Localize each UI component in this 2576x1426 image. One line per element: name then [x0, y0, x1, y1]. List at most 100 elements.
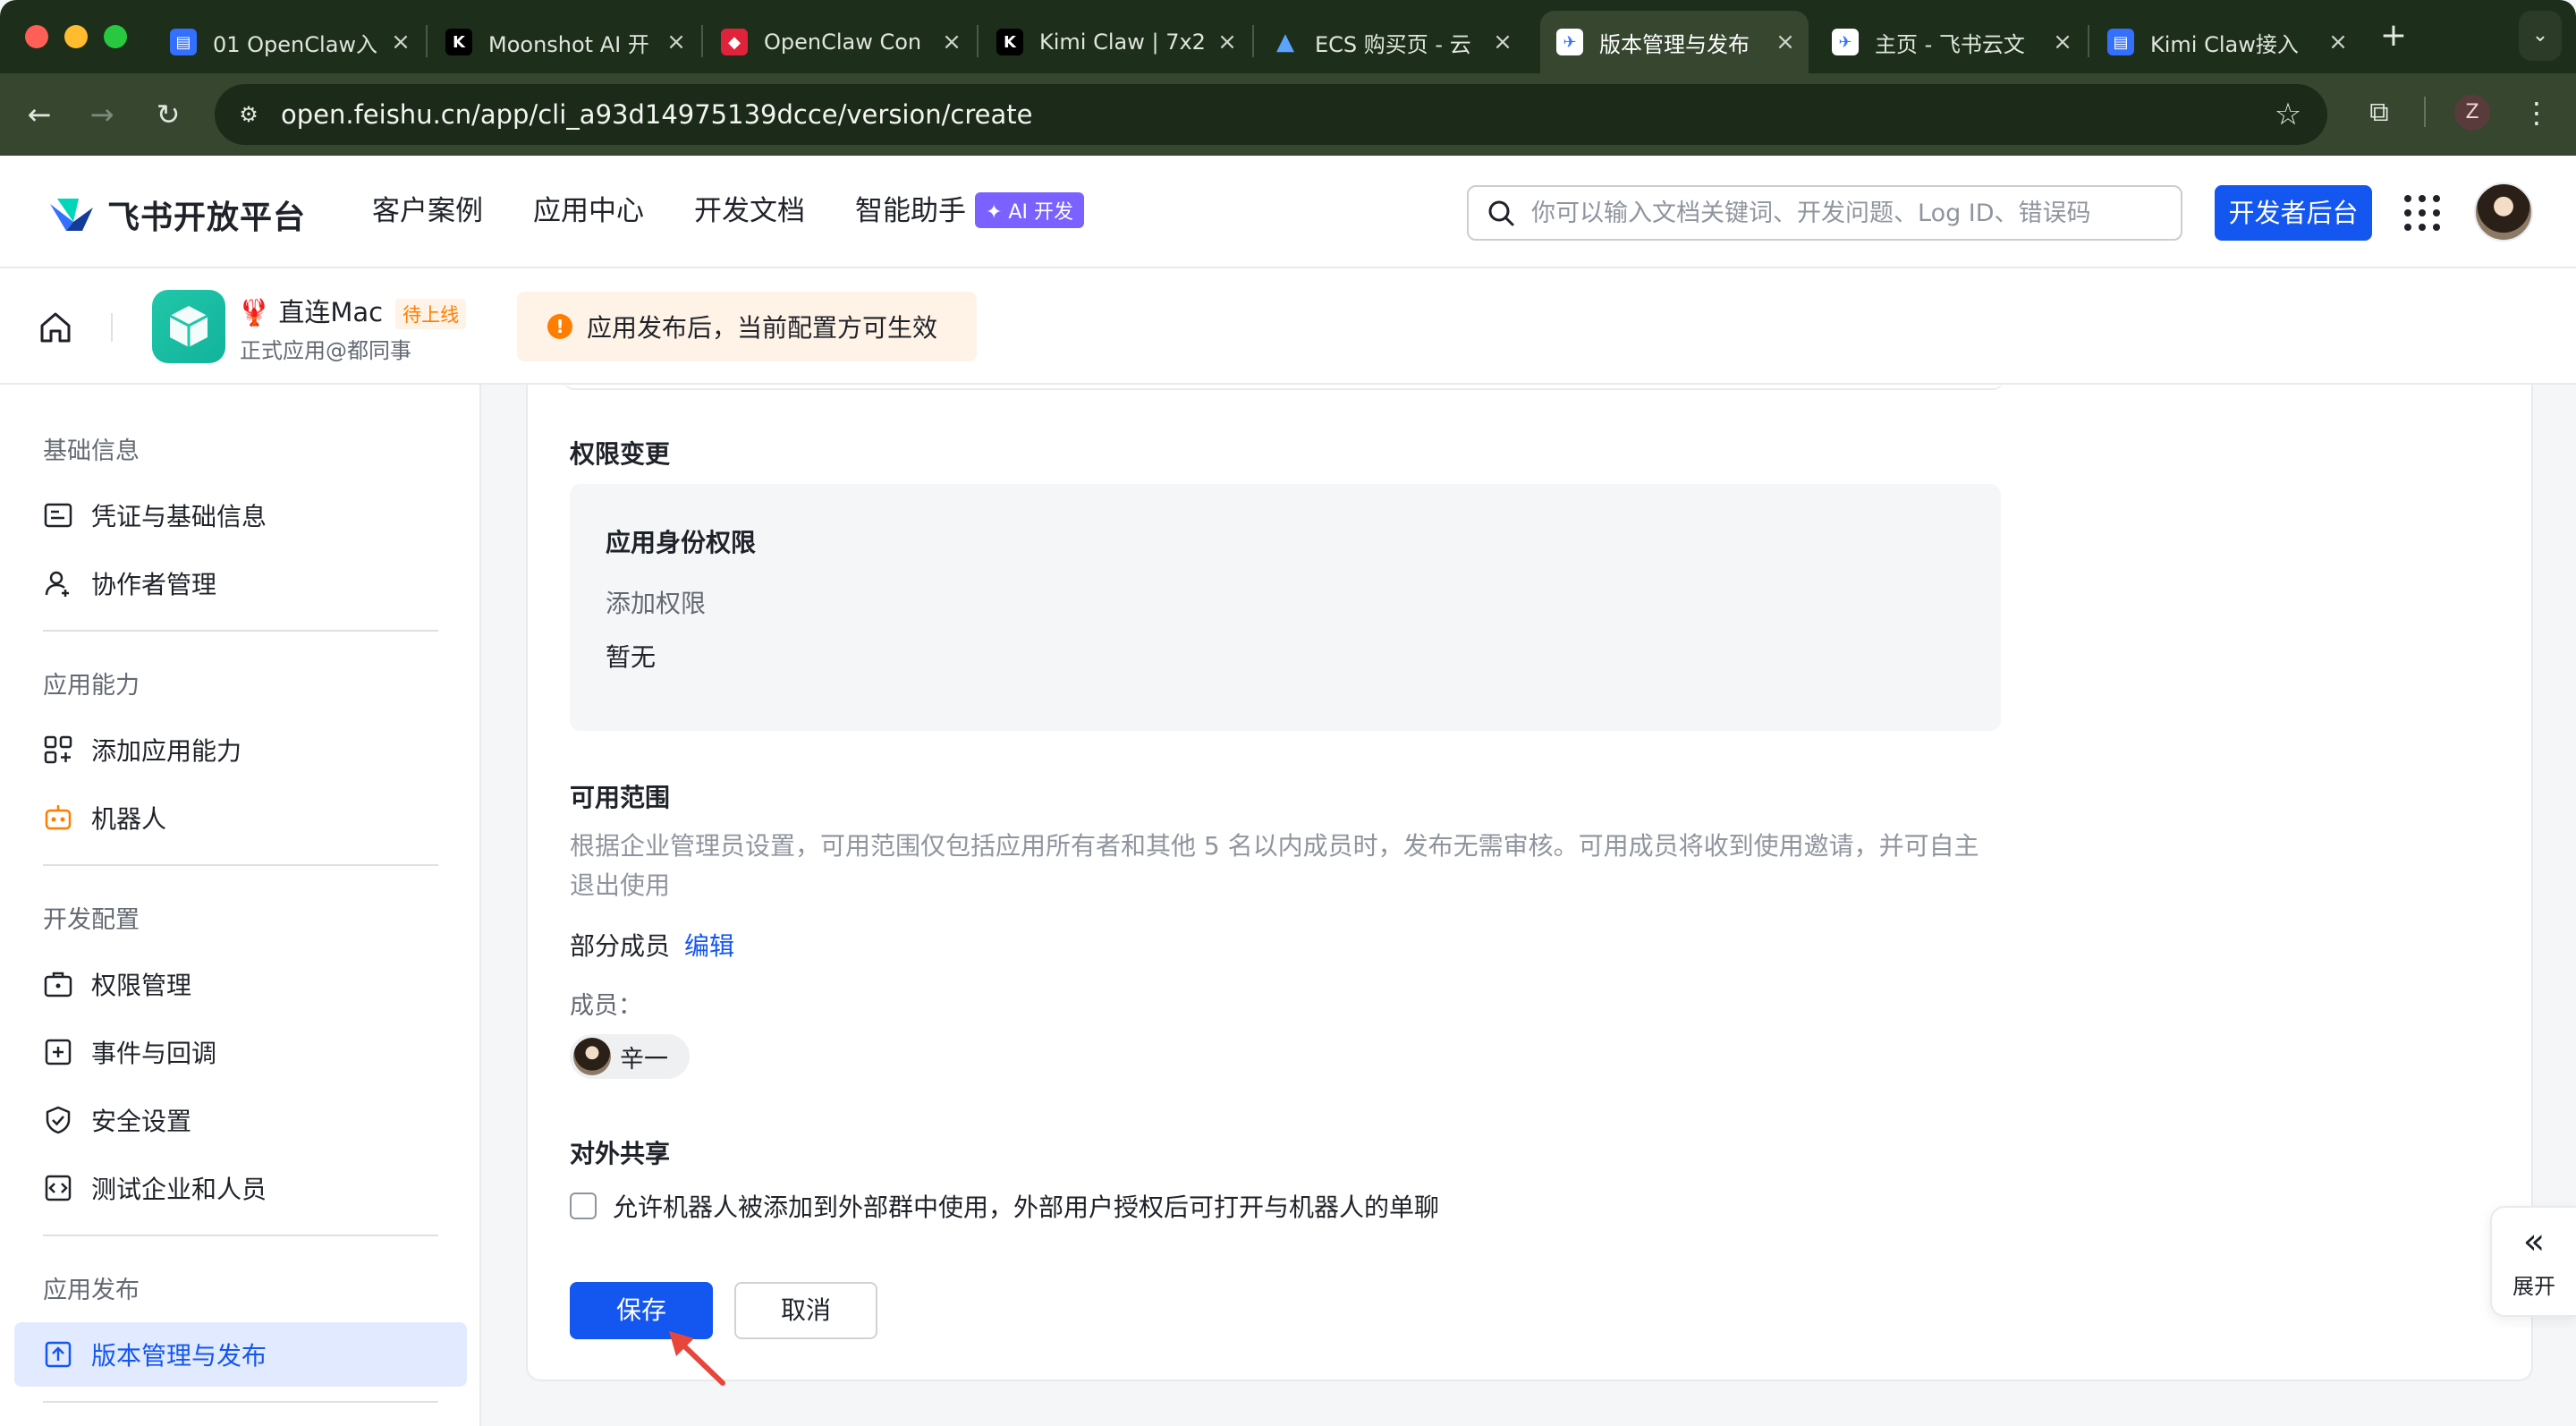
sidebar-item-test-tenants[interactable]: 测试企业和人员 — [14, 1156, 467, 1220]
tab-separator — [1252, 25, 1254, 57]
feishu-icon: ✈ — [1832, 29, 1859, 55]
nav-assistant[interactable]: 智能助手 ✦ AI 开发 — [855, 188, 1084, 228]
sidebar-item-security[interactable]: 安全设置 — [14, 1088, 467, 1152]
new-tab-icon[interactable]: + — [2376, 16, 2411, 55]
logo[interactable]: 飞书开放平台 — [47, 191, 306, 238]
ai-badge: ✦ AI 开发 — [975, 191, 1084, 228]
sidebar: 基础信息 凭证与基础信息 协作者管理 应用能力 添加应用能力 机器人 开发配置 … — [0, 385, 481, 1426]
cancel-button[interactable]: 取消 — [734, 1282, 877, 1339]
tab-title: 版本管理与发布 — [1599, 31, 1750, 57]
browser-tab[interactable]: ◆ OpenClaw Con × — [705, 11, 975, 73]
close-tab-icon[interactable]: × — [660, 29, 692, 55]
close-tab-icon[interactable]: × — [1211, 29, 1243, 55]
member-name: 辛一 — [620, 1045, 668, 1074]
sidebar-item-events[interactable]: 事件与回调 — [14, 1020, 467, 1084]
feishu-icon: ✈ — [1556, 29, 1583, 55]
browser-tab[interactable]: ▲ ECS 购买页 - 云 × — [1256, 11, 1526, 73]
search-icon — [1488, 200, 1514, 226]
close-tab-icon[interactable]: × — [2322, 29, 2354, 55]
sidebar-item-add-capability[interactable]: 添加应用能力 — [14, 717, 467, 782]
sidebar-item-credentials[interactable]: 凭证与基础信息 — [14, 483, 467, 547]
nav-app-center[interactable]: 应用中心 — [533, 188, 644, 228]
address-bar[interactable]: ⚙ open.feishu.cn/app/cli_a93d14975139dcc… — [215, 84, 2327, 145]
robot-icon — [45, 805, 72, 830]
added-permission-value: 暂无 — [606, 642, 657, 672]
maximize-window-button[interactable] — [104, 25, 127, 48]
annotation-arrow-icon — [669, 1331, 725, 1386]
id-card-icon — [44, 503, 72, 528]
warning-icon: ! — [547, 314, 572, 339]
minimize-window-button[interactable] — [64, 25, 88, 48]
tab-title: 主页 - 飞书云文 — [1875, 31, 2025, 57]
briefcase-icon — [44, 972, 72, 997]
tab-search-icon[interactable]: ⌄ — [2519, 11, 2562, 61]
nav-customer-cases[interactable]: 客户案例 — [372, 188, 483, 228]
sidebar-group-capabilities: 应用能力 — [43, 672, 140, 700]
extensions-icon[interactable]: ⧉ — [2360, 93, 2399, 132]
sidebar-item-bot[interactable]: 机器人 — [14, 785, 467, 850]
search-box[interactable] — [1467, 185, 2182, 241]
app-name-text: 🦞 直连Mac — [238, 297, 384, 327]
sidebar-item-label: 版本管理与发布 — [91, 1341, 267, 1371]
sidebar-divider — [43, 1235, 438, 1236]
logo-text: 飞书开放平台 — [107, 199, 307, 236]
browser-toolbar: ← → ↻ ⚙ open.feishu.cn/app/cli_a93d14975… — [0, 73, 2576, 156]
app-bar: 🦞 直连Mac 待上线 正式应用@都同事 ! 应用发布后，当前配置方可生效 — [0, 268, 2576, 385]
tab-title: OpenClaw Con — [764, 30, 922, 55]
forward-icon[interactable]: → — [80, 93, 123, 136]
tab-separator — [426, 25, 428, 57]
sidebar-item-permissions[interactable]: 权限管理 — [14, 952, 467, 1016]
browser-tab-active[interactable]: ✈ 版本管理与发布 × — [1540, 11, 1809, 73]
tab-title: Kimi Claw | 7x2 — [1039, 30, 1206, 55]
close-window-button[interactable] — [25, 25, 48, 48]
tab-title: Moonshot AI 开 — [488, 31, 649, 57]
sidebar-item-label: 添加应用能力 — [91, 736, 242, 766]
site-settings-icon[interactable]: ⚙ — [233, 98, 265, 131]
member-chip[interactable]: 辛一 — [570, 1034, 690, 1079]
close-tab-icon[interactable]: × — [1487, 29, 1519, 55]
feishu-logo-icon — [47, 195, 95, 234]
developer-console-button[interactable]: 开发者后台 — [2215, 185, 2372, 241]
sidebar-item-version-publish[interactable]: 版本管理与发布 — [14, 1322, 467, 1387]
browser-tab[interactable]: ▤ Kimi Claw接入 × — [2091, 11, 2361, 73]
permission-box: 应用身份权限 添加权限 暂无 — [570, 484, 2001, 731]
upload-icon — [45, 1341, 72, 1368]
edit-scope-link[interactable]: 编辑 — [684, 931, 734, 961]
close-tab-icon[interactable]: × — [1769, 29, 1801, 55]
app-icon — [152, 290, 225, 363]
back-icon[interactable]: ← — [18, 93, 61, 136]
availability-scope: 部分成员 编辑 — [570, 927, 734, 963]
shield-icon — [46, 1106, 71, 1134]
sidebar-item-label: 测试企业和人员 — [91, 1175, 267, 1204]
external-share-checkbox[interactable] — [570, 1193, 597, 1219]
sidebar-item-collaborators[interactable]: 协作者管理 — [14, 551, 467, 615]
close-tab-icon[interactable]: × — [2046, 29, 2079, 55]
browser-tab[interactable]: ▤ 01 OpenClaw入 × — [154, 11, 424, 73]
browser-tab[interactable]: K Kimi Claw | 7x2 × — [980, 11, 1250, 73]
close-tab-icon[interactable]: × — [936, 29, 968, 55]
bookmark-star-icon[interactable]: ☆ — [2270, 97, 2306, 132]
tab-separator — [2088, 25, 2089, 57]
user-avatar[interactable] — [2474, 182, 2533, 242]
notice-text: 应用发布后，当前配置方可生效 — [587, 313, 938, 343]
status-badge: 待上线 — [395, 299, 467, 329]
more-menu-icon[interactable]: ⋮ — [2519, 93, 2555, 132]
home-icon[interactable] — [38, 310, 73, 345]
aliyun-icon: ▲ — [1276, 29, 1294, 55]
search-input[interactable] — [1531, 187, 2157, 239]
expand-panel[interactable]: « 展开 — [2490, 1206, 2576, 1317]
sidebar-item-label: 事件与回调 — [91, 1039, 217, 1068]
apps-add-icon — [44, 735, 72, 764]
reload-icon[interactable]: ↻ — [147, 93, 190, 136]
close-tab-icon[interactable]: × — [385, 29, 417, 55]
profile-avatar[interactable]: Z — [2454, 95, 2490, 131]
url-text[interactable]: open.feishu.cn/app/cli_a93d14975139dcce/… — [281, 84, 1032, 145]
external-share-option[interactable]: 允许机器人被添加到外部群中使用，外部用户授权后可打开与机器人的单聊 — [570, 1188, 1439, 1224]
site-header: 飞书开放平台 客户案例 应用中心 开发文档 智能助手 ✦ AI 开发 开发者后台 — [0, 156, 2576, 268]
browser-tab[interactable]: K Moonshot AI 开 × — [429, 11, 699, 73]
nav-dev-docs[interactable]: 开发文档 — [694, 188, 805, 228]
browser-tab[interactable]: ✈ 主页 - 飞书云文 × — [1816, 11, 2086, 73]
apps-grid-icon[interactable] — [2404, 195, 2440, 231]
top-nav: 客户案例 应用中心 开发文档 智能助手 ✦ AI 开发 — [372, 188, 1084, 228]
sidebar-item-label: 权限管理 — [91, 971, 192, 1000]
